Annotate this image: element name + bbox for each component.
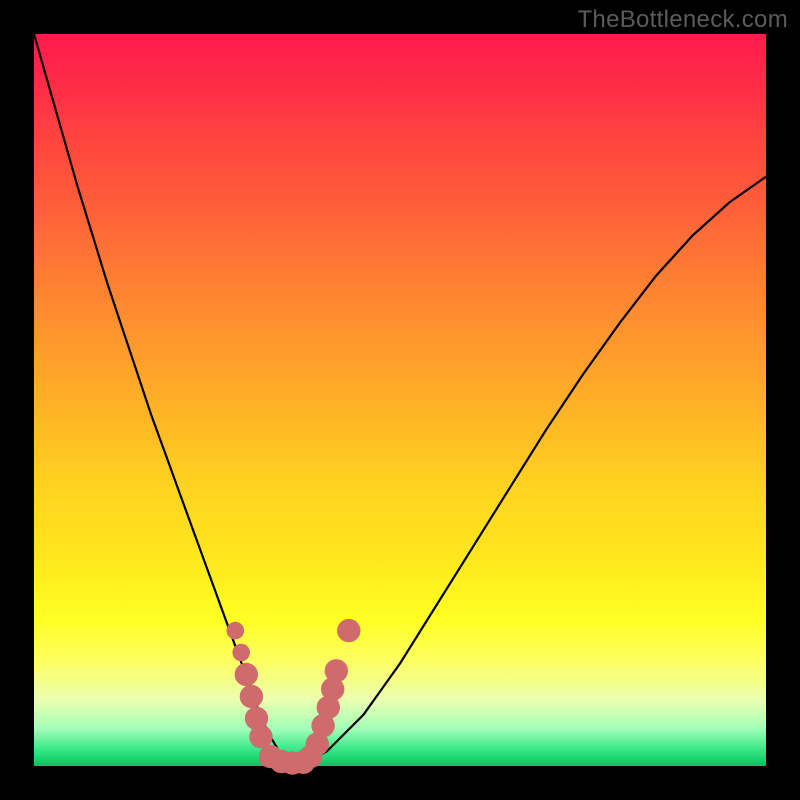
watermark-text: TheBottleneck.com <box>577 6 788 34</box>
plot-area <box>34 34 766 766</box>
chart-svg <box>34 34 766 766</box>
chart-frame: TheBottleneck.com <box>0 0 800 800</box>
curve-marker <box>325 659 348 682</box>
curve-marker <box>227 622 245 640</box>
marker-group <box>227 619 361 775</box>
curve-marker <box>235 663 258 686</box>
curve-marker <box>337 619 360 642</box>
curve-marker <box>240 685 263 708</box>
curve-marker <box>232 644 250 662</box>
bottleneck-curve <box>34 34 766 762</box>
